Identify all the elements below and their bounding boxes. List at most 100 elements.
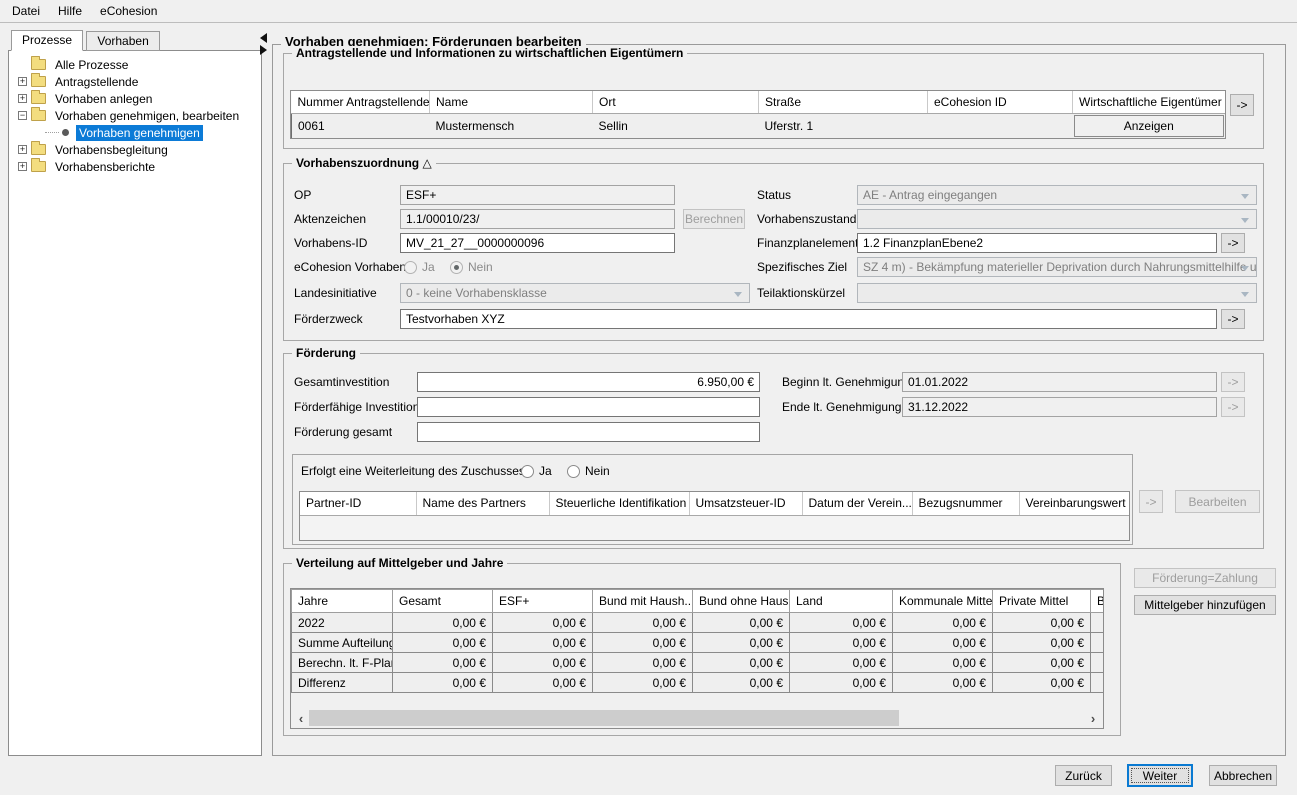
- op-field[interactable]: ESF+: [400, 185, 675, 205]
- tab-vorhaben[interactable]: Vorhaben: [86, 31, 159, 51]
- weiter-button[interactable]: Weiter: [1127, 764, 1193, 787]
- landesinitiative-dropdown[interactable]: 0 - keine Vorhabensklasse: [400, 283, 750, 303]
- table-cell: 0,00 €: [993, 673, 1091, 693]
- table-row: Summe Aufteilung0,00 €0,00 €0,00 €0,00 €…: [292, 633, 1105, 653]
- radio-circle-icon: [450, 261, 463, 274]
- table-cell: 0,00 €: [493, 633, 593, 653]
- partner-arrow-button[interactable]: ->: [1139, 490, 1163, 513]
- foerderung-gesamt-label: Förderung gesamt: [294, 422, 392, 442]
- menu-ecohesion[interactable]: eCohesion: [91, 2, 166, 20]
- table-cell: [1091, 653, 1105, 673]
- mittelgeber-hinzufuegen-button[interactable]: Mittelgeber hinzufügen: [1134, 595, 1276, 615]
- table-cell: 0,00 €: [693, 613, 790, 633]
- col-gesamt: Gesamt: [393, 590, 493, 613]
- anzeigen-button[interactable]: Anzeigen: [1074, 115, 1225, 137]
- beginn-field[interactable]: 01.01.2022: [902, 372, 1217, 392]
- foerderzweck-value: Testvorhaben XYZ: [406, 312, 505, 326]
- tree-item-alle-prozesse[interactable]: Alle Prozesse: [9, 56, 261, 73]
- funding-group-title: Förderung: [292, 346, 360, 360]
- ecohesion-ja-radio[interactable]: Ja: [404, 260, 435, 274]
- assignment-group-title: Vorhabenszuordnung △: [292, 156, 436, 170]
- status-dropdown[interactable]: AE - Antrag eingegangen: [857, 185, 1257, 205]
- cell-nummer: 0061: [292, 113, 430, 138]
- vorhabenszustand-dropdown[interactable]: [857, 209, 1257, 229]
- table-cell: 0,00 €: [593, 653, 693, 673]
- ende-arrow-button[interactable]: ->: [1221, 397, 1245, 417]
- tree-item-vorhabensberichte[interactable]: + Vorhabensberichte: [9, 158, 261, 175]
- foerderzweck-field[interactable]: Testvorhaben XYZ: [400, 309, 1217, 329]
- distribution-header-row: Jahre Gesamt ESF+ Bund mit Haush... Bund…: [292, 590, 1105, 613]
- funding-groupbox: Förderung Gesamtinvestition 6.950,00 € F…: [283, 353, 1264, 549]
- expand-plus-icon[interactable]: +: [18, 94, 27, 103]
- menu-bar: Datei Hilfe eCohesion: [0, 0, 1297, 23]
- menu-hilfe[interactable]: Hilfe: [49, 2, 91, 20]
- tree-item-vorhaben-genehmigen-bearbeiten[interactable]: − Vorhaben genehmigen, bearbeiten: [9, 107, 261, 124]
- foerderung-gesamt-field[interactable]: [417, 422, 760, 442]
- cell-eigentuemer: Anzeigen: [1073, 113, 1226, 138]
- menu-datei[interactable]: Datei: [3, 2, 49, 20]
- ende-field[interactable]: 31.12.2022: [902, 397, 1217, 417]
- scrollbar-thumb[interactable]: [309, 710, 899, 726]
- table-cell: 0,00 €: [493, 653, 593, 673]
- applicants-detail-arrow-button[interactable]: ->: [1230, 94, 1254, 116]
- tree-item-vorhaben-genehmigen[interactable]: Vorhaben genehmigen: [9, 124, 261, 141]
- applicant-row[interactable]: 0061 Mustermensch Sellin Uferstr. 1 Anze…: [292, 113, 1226, 138]
- bearbeiten-button[interactable]: Bearbeiten: [1175, 490, 1260, 513]
- teilaktionskuerzel-dropdown[interactable]: [857, 283, 1257, 303]
- col-bezugsnummer: Bezugsnummer: [912, 492, 1019, 515]
- expand-plus-icon[interactable]: +: [18, 145, 27, 154]
- scroll-right-icon[interactable]: ›: [1085, 710, 1101, 726]
- finanzplanelement-arrow-button[interactable]: ->: [1221, 233, 1245, 253]
- table-cell: 2022: [292, 613, 393, 633]
- tree-item-vorhaben-anlegen[interactable]: + Vorhaben anlegen: [9, 90, 261, 107]
- aktenzeichen-field[interactable]: 1.1/00010/23/: [400, 209, 675, 229]
- expand-plus-icon[interactable]: +: [18, 162, 27, 171]
- folder-icon: [31, 144, 46, 155]
- tree-item-vorhabensbegleitung[interactable]: + Vorhabensbegleitung: [9, 141, 261, 158]
- finanzplanelement-field[interactable]: 1.2 FinanzplanEbene2: [857, 233, 1217, 253]
- tree-item-label: Vorhabensbegleitung: [52, 142, 171, 158]
- folder-icon: [31, 76, 46, 87]
- collapse-minus-icon[interactable]: −: [18, 111, 27, 120]
- cell-ort: Sellin: [593, 113, 759, 138]
- table-cell: 0,00 €: [393, 653, 493, 673]
- aktenzeichen-label: Aktenzeichen: [294, 209, 366, 229]
- table-cell: [1091, 673, 1105, 693]
- horizontal-scrollbar[interactable]: ‹ ›: [293, 710, 1101, 726]
- table-cell: 0,00 €: [993, 653, 1091, 673]
- tree-item-antragstellende[interactable]: + Antragstellende: [9, 73, 261, 90]
- distribution-group-title: Verteilung auf Mittelgeber und Jahre: [292, 556, 507, 570]
- scroll-left-icon[interactable]: ‹: [293, 710, 309, 726]
- spezifisches-ziel-dropdown[interactable]: SZ 4 m) - Bekämpfung materieller Depriva…: [857, 257, 1257, 277]
- zurueck-button[interactable]: Zurück: [1055, 765, 1112, 786]
- col-bund-mit-haushalt: Bund mit Haush...: [593, 590, 693, 613]
- weiterleitung-nein-radio[interactable]: Nein: [567, 464, 610, 478]
- table-cell: 0,00 €: [893, 633, 993, 653]
- vorhabens-id-field[interactable]: MV_21_27__0000000096: [400, 233, 675, 253]
- tab-prozesse[interactable]: Prozesse: [11, 30, 83, 51]
- tree-item-label-selected: Vorhaben genehmigen: [76, 125, 203, 141]
- table-cell: Summe Aufteilung: [292, 633, 393, 653]
- foerderzweck-arrow-button[interactable]: ->: [1221, 309, 1245, 329]
- applicants-header-row: Nummer Antragstellende Name Ort Straße e…: [292, 91, 1226, 113]
- vorhabens-id-value: MV_21_27__0000000096: [406, 236, 544, 250]
- beginn-arrow-button[interactable]: ->: [1221, 372, 1245, 392]
- col-bund-ohne-haushalt: Bund ohne Haus...: [693, 590, 790, 613]
- folder-icon: [31, 161, 46, 172]
- col-name-des-partners: Name des Partners: [416, 492, 549, 515]
- weiterleitung-ja-radio[interactable]: Ja: [521, 464, 552, 478]
- partner-table-empty-area: [300, 516, 1129, 541]
- foerderfaehige-investition-field[interactable]: [417, 397, 760, 417]
- col-bundesmittel-partial: Bur: [1091, 590, 1105, 613]
- table-row: 20220,00 €0,00 €0,00 €0,00 €0,00 €0,00 €…: [292, 613, 1105, 633]
- gesamtinvestition-field[interactable]: 6.950,00 €: [417, 372, 760, 392]
- table-cell: 0,00 €: [790, 673, 893, 693]
- chevron-down-icon: [734, 292, 742, 297]
- ecohesion-nein-radio[interactable]: Nein: [450, 260, 493, 274]
- spezifisches-ziel-label: Spezifisches Ziel: [757, 257, 847, 277]
- expand-plus-icon[interactable]: +: [18, 77, 27, 86]
- berechnen-button[interactable]: Berechnen: [683, 209, 745, 229]
- abbrechen-button[interactable]: Abbrechen: [1209, 765, 1277, 786]
- foerderung-gleich-zahlung-button[interactable]: Förderung=Zahlung: [1134, 568, 1276, 588]
- scrollbar-track[interactable]: [309, 710, 1085, 726]
